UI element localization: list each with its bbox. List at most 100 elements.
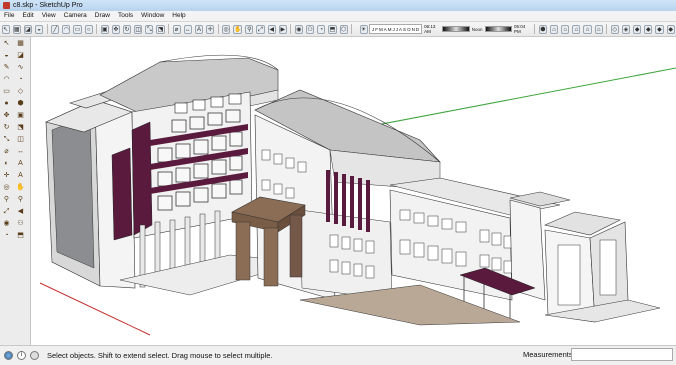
model-canvas[interactable] <box>31 37 676 345</box>
orbit-icon[interactable]: ◎ <box>222 24 231 34</box>
textured-icon[interactable]: ◆ <box>655 24 664 34</box>
freehand-tool-icon[interactable]: ∿ <box>15 63 26 73</box>
menu-edit[interactable]: Edit <box>18 11 37 21</box>
axes-icon[interactable]: ✛ <box>206 24 215 34</box>
polygon-tool-icon[interactable]: ⬢ <box>15 99 26 109</box>
offset-tool-icon[interactable]: ◫ <box>15 135 26 145</box>
month-label: A <box>383 26 387 32</box>
section-plane-icon[interactable]: ⬒ <box>328 24 337 34</box>
walk-tool-icon[interactable]: ⚇ <box>15 219 26 229</box>
arc-icon[interactable]: ◠ <box>62 24 71 34</box>
back-view-icon[interactable]: ⌂ <box>583 24 592 34</box>
xray-icon[interactable]: ◇ <box>610 24 619 34</box>
wireframe-icon[interactable]: ◈ <box>621 24 631 34</box>
zoom-icon[interactable]: ⚲ <box>245 24 254 34</box>
iso-view-icon[interactable]: ⬢ <box>538 24 547 34</box>
sketchup-logo-icon <box>3 2 10 9</box>
rotated-rect-tool-icon[interactable]: ◇ <box>15 87 26 97</box>
menu-tools[interactable]: Tools <box>114 11 137 21</box>
dimension-tool-icon[interactable]: ↔ <box>15 147 26 157</box>
3d-text-tool-icon[interactable]: A <box>15 171 26 181</box>
rotate-icon[interactable]: ↻ <box>122 24 132 34</box>
user-icon[interactable] <box>30 351 39 360</box>
previous-view-icon[interactable]: ◀ <box>267 24 276 34</box>
paint-tool-icon[interactable]: ◒ <box>1 51 12 61</box>
pencil-tool-icon[interactable]: ✎ <box>1 63 12 73</box>
text-icon[interactable]: A <box>194 24 204 34</box>
component-tool-icon[interactable]: ▦ <box>15 39 26 49</box>
front-view-icon[interactable]: ⌂ <box>561 24 570 34</box>
zoom-extents-icon[interactable]: ⤢ <box>256 24 265 34</box>
tape-tool-icon[interactable]: ⌀ <box>1 147 12 157</box>
dimension-icon[interactable]: ↔ <box>183 24 192 34</box>
menu-view[interactable]: View <box>38 11 60 21</box>
hidden-line-icon[interactable]: ◆ <box>633 24 642 34</box>
top-view-icon[interactable]: ⌂ <box>549 24 559 34</box>
zoom-tool-icon[interactable]: ⚲ <box>1 195 12 205</box>
left-view-icon[interactable]: ⌂ <box>594 24 603 34</box>
select-arrow-icon[interactable]: ↖ <box>1 24 10 34</box>
push-pull-icon[interactable]: ▣ <box>100 24 109 34</box>
paint-bucket-icon[interactable]: ◒ <box>35 24 44 34</box>
follow-me-icon[interactable]: ⬔ <box>156 24 165 34</box>
look-around-icon[interactable]: ◔ <box>317 24 326 34</box>
zoom-window-tool-icon[interactable]: ⚲ <box>15 195 26 205</box>
shaded-icon[interactable]: ◆ <box>644 24 653 34</box>
menu-help[interactable]: Help <box>168 11 189 21</box>
zoom-extents-tool-icon[interactable]: ⤢ <box>1 207 12 217</box>
rectangle-icon[interactable]: ▭ <box>73 24 82 34</box>
scale-tool-icon[interactable]: ⤡ <box>1 135 12 145</box>
make-component-icon[interactable]: ▦ <box>12 24 21 34</box>
orbit-tool-icon[interactable]: ◎ <box>1 183 12 193</box>
axes-tool-icon[interactable]: ✛ <box>1 171 12 181</box>
time-of-day-slider[interactable] <box>442 26 470 32</box>
right-view-icon[interactable]: ⌂ <box>572 24 581 34</box>
info-icon[interactable]: i <box>17 351 26 360</box>
eraser-tool-icon[interactable]: ◪ <box>15 51 26 61</box>
pan-tool-icon[interactable]: ✋ <box>15 183 26 193</box>
toolbar-divider <box>606 24 608 34</box>
move-icon[interactable]: ✥ <box>111 24 120 34</box>
camera-icon[interactable]: ◉ <box>294 24 303 34</box>
position-camera-tool-icon[interactable]: ◉ <box>1 219 12 229</box>
push-pull-tool-icon[interactable]: ▣ <box>15 111 26 121</box>
select-tool-icon[interactable]: ↖ <box>1 39 12 49</box>
follow-me-tool-icon[interactable]: ⬔ <box>15 123 26 133</box>
toolbar-divider <box>217 24 219 34</box>
pan-icon[interactable]: ✋ <box>233 24 243 34</box>
offset-icon[interactable]: ◫ <box>134 24 143 34</box>
geo-location-icon[interactable] <box>4 351 13 360</box>
menu-draw[interactable]: Draw <box>91 11 114 21</box>
rectangle-tool-icon[interactable]: ▭ <box>1 87 12 97</box>
menu-window[interactable]: Window <box>137 11 168 21</box>
model-viewport[interactable] <box>31 37 676 345</box>
measurements-input[interactable] <box>571 348 673 361</box>
move-tool-icon[interactable]: ✥ <box>1 111 12 121</box>
time-of-day-slider-2[interactable] <box>484 26 513 32</box>
look-around-tool-icon[interactable]: ◔ <box>1 231 12 241</box>
arc-tool-icon[interactable]: ◠ <box>1 75 12 85</box>
scale-icon[interactable]: ⤡ <box>145 24 154 34</box>
next-view-icon[interactable]: ▶ <box>278 24 287 34</box>
rotate-tool-icon[interactable]: ↻ <box>1 123 12 133</box>
pie-tool-icon[interactable]: ◔ <box>15 75 26 85</box>
monochrome-icon[interactable]: ◆ <box>666 24 675 34</box>
previous-tool-icon[interactable]: ◀ <box>15 207 26 217</box>
shadow-toggle-icon[interactable]: ☀ <box>359 24 368 34</box>
month-label: D <box>415 26 420 32</box>
section-plane-tool-icon[interactable]: ⬒ <box>15 231 26 241</box>
circle-tool-icon[interactable]: ● <box>1 99 12 109</box>
menu-camera[interactable]: Camera <box>60 11 91 21</box>
shadow-month-selector[interactable]: J F M A M J J A S O N D <box>369 24 423 34</box>
left-toolbar: ↖ ▦ ◒ ◪ ✎ ∿ ◠ ◔ ▭ ◇ ● ⬢ ✥ ▣ ↻ ⬔ ⤡ ◫ ⌀ ↔ … <box>0 37 31 345</box>
protractor-tool-icon[interactable]: ◐ <box>1 159 12 169</box>
line-icon[interactable]: ╱ <box>51 24 60 34</box>
tape-measure-icon[interactable]: ⌀ <box>172 24 181 34</box>
walk-icon[interactable]: ⚇ <box>306 24 315 34</box>
menu-file[interactable]: File <box>0 11 18 21</box>
text-tool-icon[interactable]: A <box>15 159 26 169</box>
circle-icon[interactable]: ○ <box>84 24 93 34</box>
eraser-icon[interactable]: ◪ <box>23 24 33 34</box>
month-label: J <box>395 26 399 32</box>
sandbox-icon[interactable]: ⬡ <box>339 24 348 34</box>
